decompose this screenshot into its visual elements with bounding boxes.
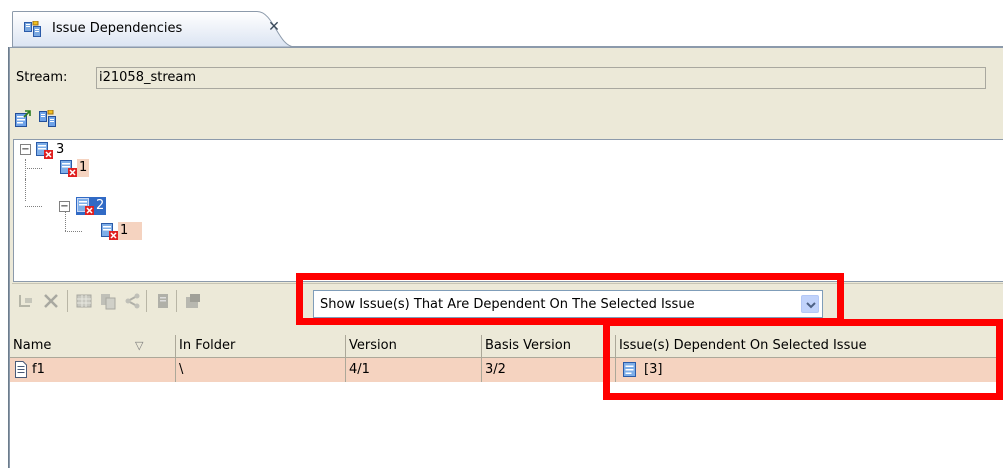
column-header-name[interactable]: Name ▽ [10, 335, 176, 358]
tree-node-label[interactable]: 1 [77, 159, 90, 177]
issue-error-icon [100, 222, 118, 240]
close-icon[interactable]: ✕ [267, 20, 281, 34]
remove-icon[interactable] [42, 292, 60, 310]
file-name: f1 [32, 362, 45, 377]
tree-connector [25, 179, 26, 201]
promote-icon[interactable] [17, 292, 35, 310]
table-row-folder-cell[interactable]: \ [176, 358, 346, 382]
column-header-in-folder[interactable]: In Folder [176, 335, 346, 358]
column-header-version[interactable]: Version [346, 335, 482, 358]
table-row-basis-cell[interactable]: 3/2 [482, 358, 616, 382]
left-border [0, 0, 9, 468]
tree-connector [65, 231, 82, 232]
issue-error-icon [35, 141, 53, 159]
sort-icon: ▽ [135, 339, 144, 352]
copy-icon[interactable] [99, 292, 117, 310]
stream-label: Stream: [16, 70, 68, 85]
tree-node-label[interactable]: 3 [54, 141, 66, 159]
tab-title: Issue Dependencies [52, 21, 183, 36]
toolbar-separator [67, 290, 68, 312]
export-icon[interactable] [14, 110, 32, 128]
file-icon [14, 361, 28, 386]
issue-dependencies-icon [24, 21, 42, 38]
grid-icon[interactable] [75, 292, 93, 310]
column-header-basis-version[interactable]: Basis Version [482, 335, 616, 358]
highlight-annotation-column [603, 319, 1003, 400]
share-icon[interactable] [123, 292, 141, 310]
document-icon[interactable] [154, 292, 172, 310]
column-header-label: Name [13, 338, 52, 353]
tab-issue-dependencies[interactable]: Issue Dependencies ✕ [12, 11, 295, 47]
toolbar-separator [146, 290, 147, 312]
stream-field[interactable]: i21058_stream [96, 67, 986, 89]
toolbar-separator [176, 290, 177, 312]
dependencies-icon[interactable] [39, 109, 57, 128]
tree-connector [25, 159, 26, 179]
highlight-annotation-filter [296, 273, 844, 325]
tree-collapse-toggle[interactable]: − [20, 144, 31, 155]
tab-strip: Issue Dependencies ✕ [0, 0, 1003, 47]
properties-icon[interactable] [184, 292, 202, 310]
highlight-annotation-join [603, 319, 844, 326]
issue-tree: − 3 1 − 2 1 [13, 139, 1003, 282]
issue-error-icon [59, 159, 77, 177]
tree-connector [25, 206, 42, 207]
tree-collapse-toggle[interactable]: − [59, 201, 70, 212]
tree-node-label-selected[interactable]: 2 [94, 197, 107, 215]
table-row-name-cell[interactable]: f1 [10, 358, 176, 382]
table-row-version-cell[interactable]: 4/1 [346, 358, 482, 382]
tree-connector [25, 168, 42, 169]
tree-connector [65, 211, 66, 231]
issue-error-icon [76, 197, 94, 215]
tree-node-label[interactable]: 1 [118, 222, 143, 240]
